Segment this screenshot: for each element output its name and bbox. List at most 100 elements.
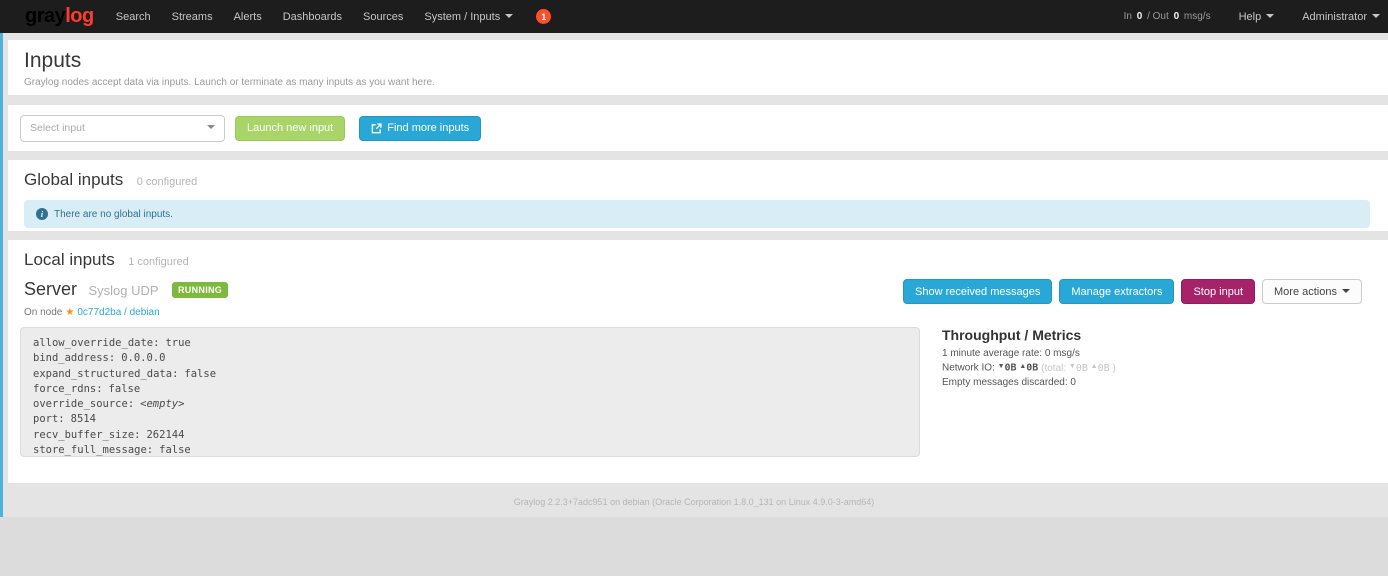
node-link[interactable]: 0c77d2ba / debian [77,307,159,318]
config-value: false [159,444,191,456]
left-edge-stripe [0,33,3,576]
select-placeholder: Select input [30,122,85,134]
graylog-logo[interactable]: graylog [25,5,94,28]
throughput-out-value: 0 [1172,11,1182,22]
config-value: <empty> [140,398,184,410]
rate-value: 0 msg/s [1045,348,1080,359]
manage-extractors-button[interactable]: Manage extractors [1059,279,1174,304]
page-header-section: Inputs Graylog nodes accept data via inp… [8,40,1388,95]
rate-label: 1 minute average rate: [942,348,1042,359]
total-down-value: 0B [1076,363,1088,374]
main-nav: Search Streams Alerts Dashboards Sources… [116,11,534,23]
global-inputs-title: Global inputs [24,170,123,189]
throughput-in-value: 0 [1135,11,1145,22]
config-value: 262144 [146,429,184,441]
nav-item-user-menu[interactable]: Administrator [1302,11,1380,23]
external-link-icon [371,123,382,134]
stop-input-button[interactable]: Stop input [1181,279,1255,304]
nav-item-help[interactable]: Help [1239,11,1275,23]
config-value: 8514 [71,413,96,425]
config-value: 0.0.0.0 [121,352,165,364]
input-row: Server Syslog UDP RUNNING Show received … [20,279,1372,304]
config-value: true [165,337,190,349]
throughput-metrics: Throughput / Metrics 1 minute average ra… [942,327,1116,457]
upload-arrow-icon: ▲ [1019,363,1026,370]
empty-value: 0 [1070,377,1076,388]
navbar-right: In 0 / Out 0 msg/s Help Administrator [1124,11,1380,23]
config-key: force_rdns [33,383,103,395]
user-label: Administrator [1302,11,1367,23]
page-subtitle: Graylog nodes accept data via inputs. La… [24,77,1372,88]
find-more-inputs-button[interactable]: Find more inputs [359,116,481,141]
local-inputs-section: Local inputs 1 configured Server Syslog … [8,240,1388,483]
input-launcher-section: Select input Launch new input Find more … [8,105,1388,151]
metric-network-io: Network IO: ▼0B ▲0B (total: ▼0B ▲0B ) [942,362,1116,375]
config-row: recv_buffer_size262144 [33,428,907,443]
global-inputs-count: 0 configured [137,176,198,188]
top-navbar: graylog Search Streams Alerts Dashboards… [0,0,1388,33]
chevron-down-icon [1266,14,1274,18]
metric-empty-messages: Empty messages discarded: 0 [942,377,1116,389]
help-label: Help [1239,11,1262,23]
download-arrow-icon: ▼ [998,363,1005,370]
network-down-value: 0B [1005,363,1017,374]
nav-item-dashboards[interactable]: Dashboards [283,11,342,23]
chevron-down-icon [1342,289,1350,293]
global-inputs-header: Global inputs 0 configured [24,170,1372,190]
input-name: Server [24,279,77,299]
metric-average-rate: 1 minute average rate: 0 msg/s [942,348,1116,360]
network-up-value: 0B [1026,363,1038,374]
no-global-inputs-alert: i There are no global inputs. [24,200,1370,228]
global-throughput: In 0 / Out 0 msg/s [1124,11,1211,22]
node-label: On node [24,307,62,318]
network-label: Network IO: [942,363,995,374]
config-row: allow_override_date true [33,336,907,351]
info-icon: i [36,208,48,220]
notification-badge[interactable]: 1 [536,9,551,24]
config-row: port 8514 [33,412,907,427]
local-inputs-header: Local inputs 1 configured [20,250,1372,270]
input-configuration-well: allow_override_date true bind_address 0.0.… [20,327,920,457]
total-close: ) [1112,363,1115,374]
input-type-select[interactable]: Select input [20,115,225,142]
config-value: false [184,368,216,380]
empty-label: Empty messages discarded: [942,377,1068,388]
alert-text: There are no global inputs. [54,209,173,220]
input-details: allow_override_date true bind_address 0.0.… [20,327,1372,457]
chevron-down-icon [505,14,513,18]
config-key: allow_override_date [33,337,159,349]
config-value: false [109,383,141,395]
footer-version-text: Graylog 2.2.3+7adc951 on debian (Oracle … [0,497,1388,507]
more-actions-button[interactable]: More actions [1262,279,1362,304]
nav-item-streams[interactable]: Streams [172,11,213,23]
config-row: store_full_message false [33,443,907,458]
launch-new-input-button[interactable]: Launch new input [235,116,345,141]
config-row: force_rdns false [33,382,907,397]
upload-arrow-icon: ▲ [1091,363,1098,370]
throughput-out-label: / Out [1147,11,1169,22]
config-key: port [33,413,65,425]
network-total: (total: ▼0B ▲0B ) [1041,363,1116,374]
local-inputs-title: Local inputs [24,250,115,269]
nav-item-label: System / Inputs [424,11,500,23]
nav-item-sources[interactable]: Sources [363,11,403,23]
node-line: On node★0c77d2ba / debian [20,307,1372,318]
input-title: Server Syslog UDP RUNNING [20,279,228,300]
logo-gray-text: gray [25,5,65,27]
show-received-messages-button[interactable]: Show received messages [903,279,1052,304]
config-key: store_full_message [33,444,153,456]
logo-red-text: log [65,5,94,27]
throughput-unit: msg/s [1184,11,1211,22]
nav-item-alerts[interactable]: Alerts [234,11,262,23]
local-inputs-count: 1 configured [128,256,189,268]
nav-item-search[interactable]: Search [116,11,151,23]
nav-item-system-inputs[interactable]: System / Inputs [424,11,513,23]
total-up-value: 0B [1098,363,1110,374]
config-key: bind_address [33,352,115,364]
input-actions: Show received messages Manage extractors… [903,279,1372,304]
more-actions-label: More actions [1274,286,1337,298]
config-row: bind_address 0.0.0.0 [33,351,907,366]
status-badge: RUNNING [172,282,228,298]
bottom-band [0,517,1388,576]
star-icon: ★ [65,307,74,318]
